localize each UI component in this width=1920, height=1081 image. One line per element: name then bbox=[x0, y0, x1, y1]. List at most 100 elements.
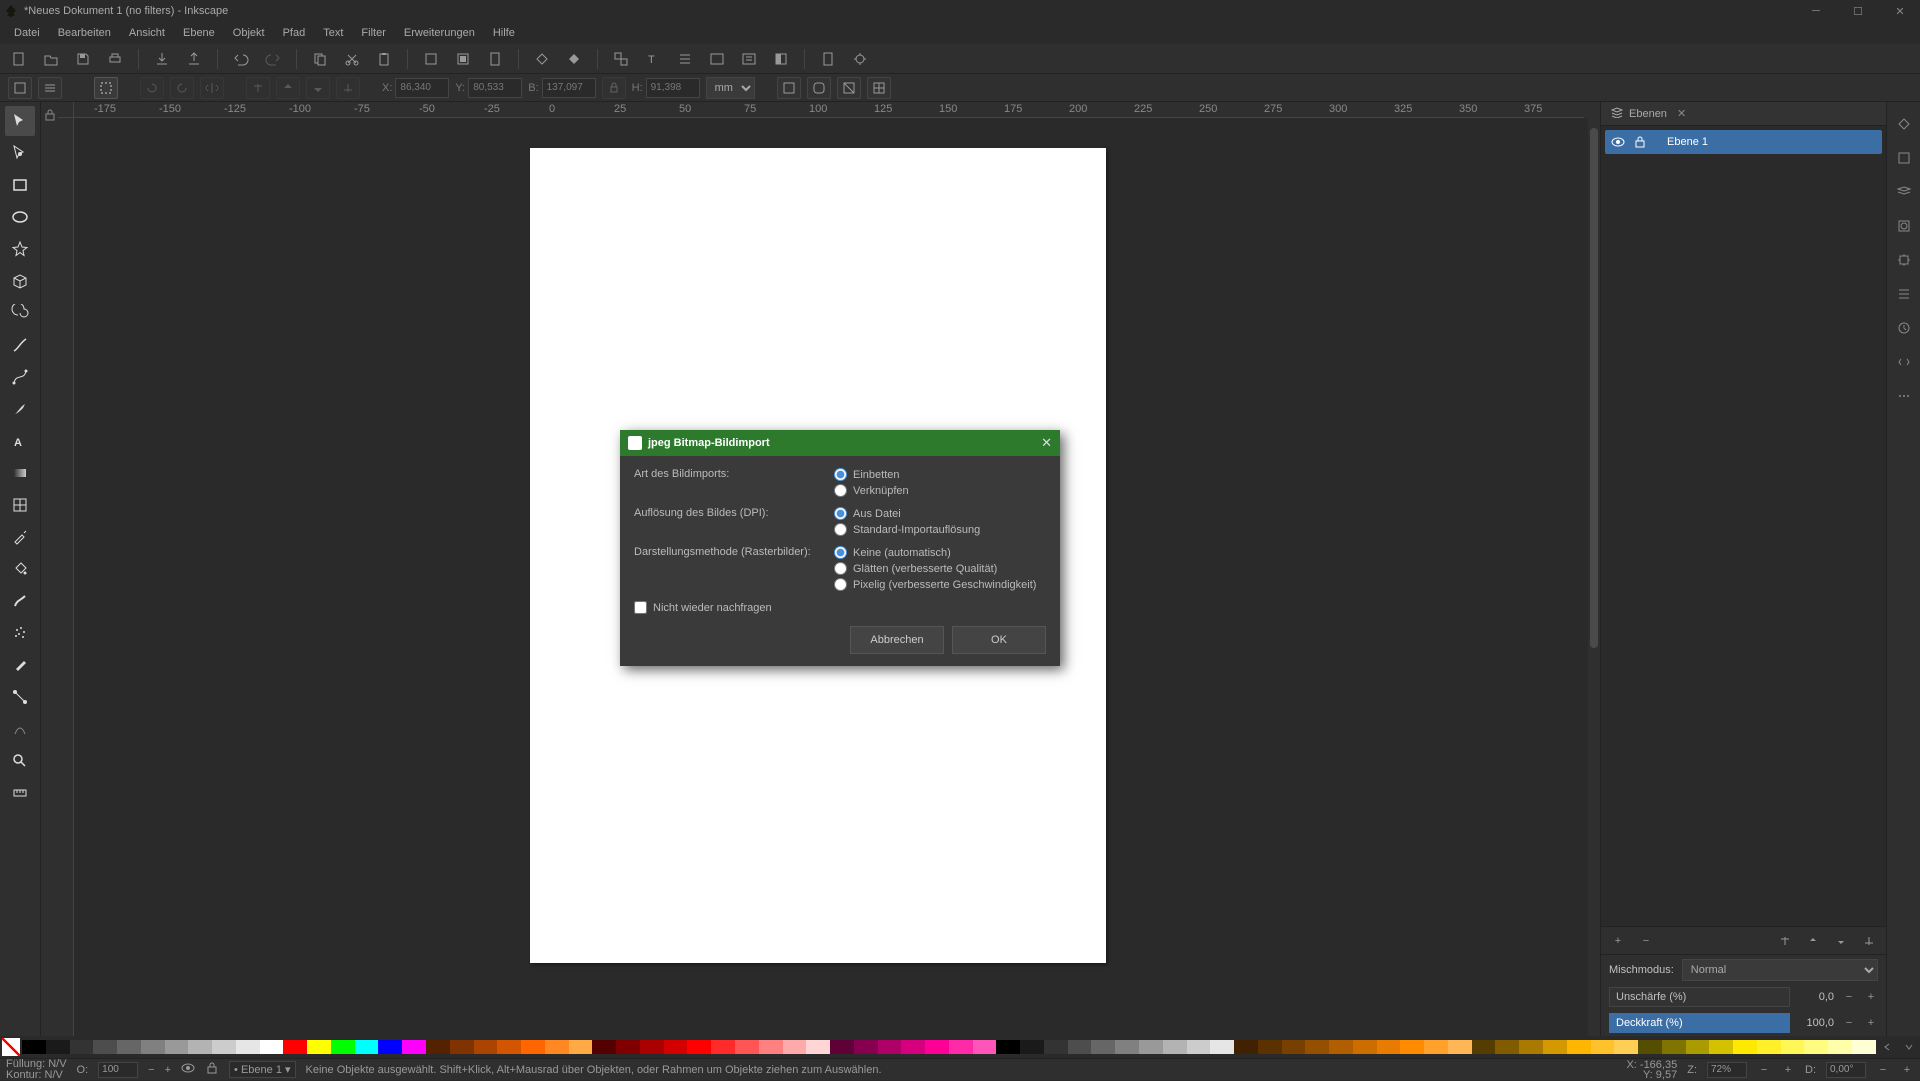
tweak-tool-icon[interactable] bbox=[5, 586, 35, 616]
rotate-cw-icon[interactable] bbox=[170, 77, 194, 99]
zoom-tool-icon[interactable] bbox=[5, 746, 35, 776]
swatch[interactable] bbox=[1472, 1040, 1496, 1054]
dock-transform-icon[interactable] bbox=[1892, 248, 1916, 272]
layer-lock-icon[interactable] bbox=[1633, 135, 1647, 149]
dialog-titlebar[interactable]: jpeg Bitmap-Bildimport ✕ bbox=[620, 430, 1060, 456]
swatch[interactable] bbox=[93, 1040, 117, 1054]
doc-props-icon[interactable] bbox=[817, 48, 839, 70]
layers-tab-close-icon[interactable]: ✕ bbox=[1677, 107, 1686, 120]
print-icon[interactable] bbox=[104, 48, 126, 70]
select-all-icon[interactable] bbox=[38, 77, 62, 99]
zoom-plus-icon[interactable]: + bbox=[1781, 1063, 1795, 1077]
menu-datei[interactable]: Datei bbox=[6, 25, 48, 41]
transform-pattern-icon[interactable] bbox=[867, 77, 891, 99]
swatch[interactable] bbox=[1638, 1040, 1662, 1054]
dialog-close-icon[interactable]: ✕ bbox=[1041, 435, 1052, 451]
swatch[interactable] bbox=[1400, 1040, 1424, 1054]
swatch[interactable] bbox=[1567, 1040, 1591, 1054]
swatch[interactable] bbox=[1377, 1040, 1401, 1054]
open-icon[interactable] bbox=[40, 48, 62, 70]
blur-label[interactable]: Unschärfe (%) bbox=[1609, 987, 1790, 1007]
transform-corners-icon[interactable] bbox=[807, 77, 831, 99]
swatch[interactable] bbox=[22, 1040, 46, 1054]
swatch[interactable] bbox=[450, 1040, 474, 1054]
align-icon[interactable] bbox=[674, 48, 696, 70]
transform-gradient-icon[interactable] bbox=[837, 77, 861, 99]
render-smooth-radio[interactable]: Glätten (verbesserte Qualität) bbox=[834, 562, 1046, 575]
swatch[interactable] bbox=[1614, 1040, 1638, 1054]
menu-erweiterungen[interactable]: Erweiterungen bbox=[396, 25, 483, 41]
dock-layers-icon[interactable] bbox=[1892, 180, 1916, 204]
swatch[interactable] bbox=[165, 1040, 189, 1054]
dock-more-icon[interactable] bbox=[1892, 384, 1916, 408]
dock-xml-icon[interactable] bbox=[1892, 350, 1916, 374]
swatch[interactable] bbox=[1091, 1040, 1115, 1054]
ruler-vertical[interactable] bbox=[58, 118, 74, 1036]
opacity-plus[interactable]: + bbox=[165, 1064, 171, 1076]
menu-ansicht[interactable]: Ansicht bbox=[121, 25, 173, 41]
swatch[interactable] bbox=[1329, 1040, 1353, 1054]
h-input[interactable] bbox=[646, 78, 700, 98]
dock-btn-1-icon[interactable] bbox=[1892, 112, 1916, 136]
pencil-tool-icon[interactable] bbox=[5, 330, 35, 360]
cancel-button[interactable]: Abbrechen bbox=[850, 626, 944, 654]
eraser-tool-icon[interactable] bbox=[5, 650, 35, 680]
rotate-ccw-icon[interactable] bbox=[140, 77, 164, 99]
export-icon[interactable] bbox=[183, 48, 205, 70]
remove-layer-icon[interactable]: − bbox=[1637, 932, 1655, 950]
fill-stroke-indicator[interactable]: Füllung: N/V Kontur: N/V bbox=[6, 1059, 67, 1080]
swatch[interactable] bbox=[1044, 1040, 1068, 1054]
render-pixel-radio[interactable]: Pixelig (verbesserte Geschwindigkeit) bbox=[834, 578, 1046, 591]
flip-h-icon[interactable] bbox=[200, 77, 224, 99]
swatch[interactable] bbox=[331, 1040, 355, 1054]
swatch[interactable] bbox=[1709, 1040, 1733, 1054]
layer-top-icon[interactable] bbox=[1776, 932, 1794, 950]
swatch[interactable] bbox=[1210, 1040, 1234, 1054]
swatch[interactable] bbox=[664, 1040, 688, 1054]
add-layer-icon[interactable]: + bbox=[1609, 932, 1627, 950]
swatch[interactable] bbox=[497, 1040, 521, 1054]
y-input[interactable] bbox=[468, 78, 522, 98]
swatch[interactable] bbox=[996, 1040, 1020, 1054]
ellipse-tool-icon[interactable] bbox=[5, 202, 35, 232]
swatch[interactable] bbox=[402, 1040, 426, 1054]
measure-tool-icon[interactable] bbox=[5, 778, 35, 808]
swatch[interactable] bbox=[616, 1040, 640, 1054]
blend-select[interactable]: Normal bbox=[1682, 959, 1878, 981]
import-icon[interactable] bbox=[151, 48, 173, 70]
zoom-page-icon[interactable] bbox=[484, 48, 506, 70]
swatch[interactable] bbox=[70, 1040, 94, 1054]
selector-tool-icon[interactable] bbox=[5, 106, 35, 136]
redo-icon[interactable] bbox=[262, 48, 284, 70]
swatch[interactable] bbox=[1757, 1040, 1781, 1054]
swatch[interactable] bbox=[1020, 1040, 1044, 1054]
swatch[interactable] bbox=[1448, 1040, 1472, 1054]
palette-menu-icon[interactable] bbox=[1900, 1038, 1918, 1056]
star-tool-icon[interactable] bbox=[5, 234, 35, 264]
render-none-radio[interactable]: Keine (automatisch) bbox=[834, 546, 1046, 559]
bezier-tool-icon[interactable] bbox=[5, 362, 35, 392]
swatch[interactable] bbox=[1686, 1040, 1710, 1054]
swatch[interactable] bbox=[283, 1040, 307, 1054]
swatch[interactable] bbox=[1852, 1040, 1876, 1054]
swatch[interactable] bbox=[854, 1040, 878, 1054]
menu-filter[interactable]: Filter bbox=[353, 25, 393, 41]
swatch[interactable] bbox=[212, 1040, 236, 1054]
opacity-label[interactable]: Deckkraft (%) bbox=[1609, 1013, 1790, 1033]
swatch[interactable] bbox=[1543, 1040, 1567, 1054]
swatch[interactable] bbox=[1733, 1040, 1757, 1054]
swatch[interactable] bbox=[426, 1040, 450, 1054]
layer-row[interactable]: Ebene 1 bbox=[1605, 130, 1882, 154]
group-icon[interactable] bbox=[610, 48, 632, 70]
swatch[interactable] bbox=[1139, 1040, 1163, 1054]
selectors-icon[interactable] bbox=[738, 48, 760, 70]
duplicate-icon[interactable] bbox=[531, 48, 553, 70]
opacity-plus-icon[interactable]: + bbox=[1864, 1016, 1878, 1030]
calligraphy-tool-icon[interactable] bbox=[5, 394, 35, 424]
ruler-corner-right[interactable] bbox=[1584, 102, 1600, 118]
swatch[interactable] bbox=[592, 1040, 616, 1054]
swatch[interactable] bbox=[1282, 1040, 1306, 1054]
swatch[interactable] bbox=[569, 1040, 593, 1054]
copy-icon[interactable] bbox=[309, 48, 331, 70]
swatch[interactable] bbox=[1187, 1040, 1211, 1054]
